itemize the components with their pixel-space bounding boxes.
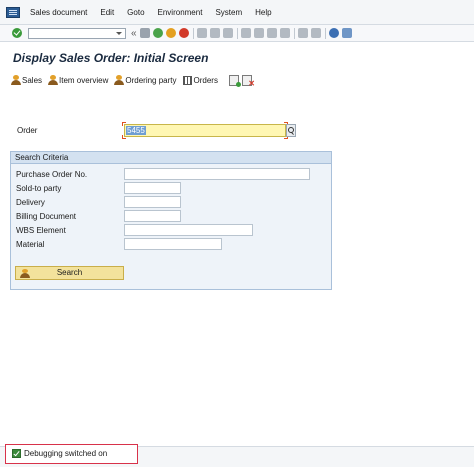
billing-document-label: Billing Document [16, 212, 77, 221]
delivery-label: Delivery [16, 198, 45, 207]
menu-help[interactable]: Help [255, 8, 271, 17]
purchase-order-input[interactable] [124, 168, 310, 180]
menu-sales-document[interactable]: Sales document [30, 8, 87, 17]
standard-toolbar: « [0, 25, 474, 42]
application-toolbar: Sales Item overview Ordering party Order… [0, 72, 255, 88]
search-button[interactable]: Search [15, 266, 124, 280]
wbs-element-label: WBS Element [16, 226, 66, 235]
sales-label: Sales [22, 75, 43, 85]
menu-environment[interactable]: Environment [158, 8, 203, 17]
person-icon [48, 75, 59, 85]
search-criteria-title: Search Criteria [11, 152, 331, 164]
material-input[interactable] [124, 238, 222, 250]
sold-to-party-label: Sold-to party [16, 184, 62, 193]
wbs-element-input[interactable] [124, 224, 253, 236]
document-flow-icon[interactable] [228, 74, 241, 87]
menu-bar: Sales document Edit Goto Environment Sys… [0, 0, 474, 25]
person-icon [20, 269, 32, 278]
exit-icon[interactable] [165, 28, 176, 38]
menu-edit[interactable]: Edit [100, 8, 114, 17]
ordering-party-label: Ordering party [125, 75, 177, 85]
ordering-party-button[interactable]: Ordering party [114, 75, 177, 85]
back-icon[interactable] [152, 28, 163, 38]
find-icon[interactable] [209, 28, 220, 38]
menu-system[interactable]: System [215, 8, 242, 17]
material-label: Material [16, 240, 45, 249]
item-overview-button[interactable]: Item overview [48, 75, 108, 85]
search-help-icon[interactable] [286, 124, 296, 137]
billing-document-input[interactable] [124, 210, 181, 222]
layout-icon[interactable] [341, 28, 352, 38]
help-icon[interactable] [328, 28, 339, 38]
enter-icon[interactable] [12, 28, 22, 38]
print-icon[interactable] [196, 28, 207, 38]
last-page-icon[interactable] [279, 28, 290, 38]
cancel-icon[interactable] [178, 28, 189, 38]
person-icon [11, 75, 21, 85]
toolbar-separator [324, 27, 326, 39]
order-input[interactable] [124, 124, 286, 137]
orders-label: Orders [193, 75, 218, 85]
search-button-label: Search [56, 268, 83, 277]
delivery-input[interactable] [124, 196, 181, 208]
page-title: Display Sales Order: Initial Screen [13, 51, 209, 65]
order-label: Order [17, 126, 38, 135]
create-session-icon[interactable] [297, 28, 308, 38]
find-next-icon[interactable] [222, 28, 233, 38]
delete-document-icon[interactable] [241, 74, 255, 88]
first-page-icon[interactable] [240, 28, 251, 38]
focus-bracket [122, 122, 126, 126]
menu-goto[interactable]: Goto [127, 8, 144, 17]
order-value: 5455 [126, 126, 146, 135]
next-page-icon[interactable] [266, 28, 277, 38]
previous-page-icon[interactable] [253, 28, 264, 38]
sold-to-party-input[interactable] [124, 182, 181, 194]
list-icon [182, 75, 192, 85]
collapse-icon[interactable]: « [131, 28, 137, 39]
focus-bracket [122, 135, 126, 139]
checkbox-checked-icon[interactable] [12, 449, 21, 458]
toolbar-separator [293, 27, 295, 39]
debug-status-text: Debugging switched on [24, 449, 108, 458]
sales-button[interactable]: Sales [11, 75, 42, 85]
shortcut-icon[interactable] [310, 28, 321, 38]
save-icon[interactable] [139, 28, 150, 38]
sap-system-menu-icon[interactable] [6, 6, 20, 18]
command-field[interactable] [28, 27, 126, 39]
purchase-order-label: Purchase Order No. [16, 170, 88, 179]
toolbar-separator [236, 27, 238, 39]
orders-button[interactable]: Orders [182, 75, 218, 85]
toolbar-separator [192, 27, 194, 39]
item-overview-label: Item overview [59, 75, 109, 85]
person-icon [114, 75, 125, 85]
